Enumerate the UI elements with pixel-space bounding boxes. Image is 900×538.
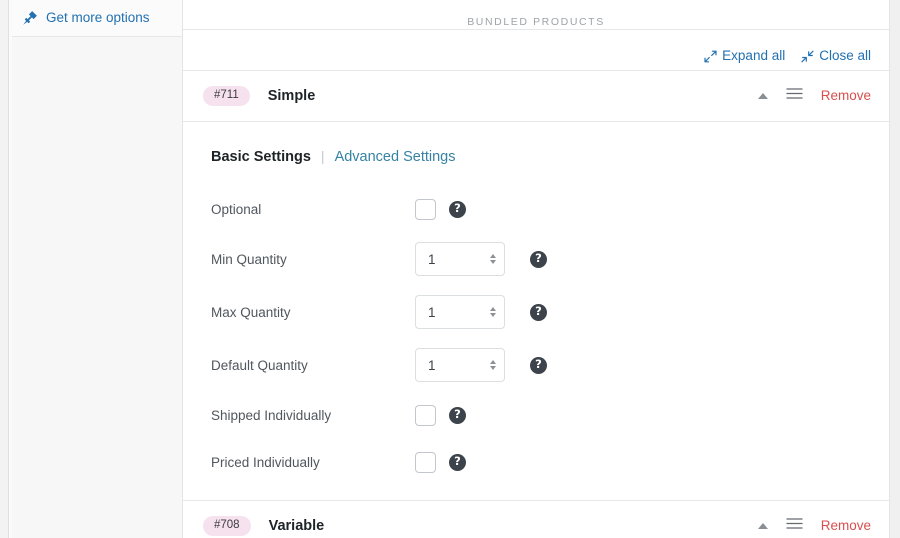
max-quantity-stepper[interactable]	[487, 307, 498, 317]
left-gutter-outer	[0, 0, 8, 538]
default-quantity-stepper[interactable]	[487, 360, 498, 370]
remove-button[interactable]: Remove	[821, 89, 871, 103]
close-all-label: Close all	[819, 48, 871, 64]
help-icon-min-quantity[interactable]: ?	[530, 250, 547, 268]
priced-individually-checkbox[interactable]	[415, 451, 436, 473]
tab-basic-settings[interactable]: Basic Settings	[211, 149, 311, 165]
max-quantity-input[interactable]: 1	[415, 295, 505, 329]
field-label-default-quantity: Default Quantity	[211, 357, 308, 373]
stepper-up-icon[interactable]	[489, 254, 496, 258]
field-control-priced-individually: ?	[415, 451, 466, 473]
item-header-actions: Remove	[757, 517, 871, 535]
expand-all-button[interactable]: Expand all	[704, 49, 785, 63]
help-icon-optional[interactable]: ?	[449, 200, 466, 218]
bundled-item-header-708[interactable]: #708 Variable Remove	[183, 501, 889, 538]
settings-tabs: Basic Settings | Advanced Settings	[211, 148, 869, 165]
field-label-priced-individually: Priced Individually	[211, 454, 320, 470]
help-icon-shipped-individually[interactable]: ?	[449, 406, 466, 424]
item-title: Simple	[267, 88, 316, 104]
field-row-shipped-individually: Shipped Individually ?	[211, 401, 869, 429]
help-icon-default-quantity[interactable]: ?	[530, 356, 547, 374]
default-quantity-input[interactable]: 1	[415, 348, 505, 382]
expand-all-label: Expand all	[722, 48, 786, 64]
default-quantity-value: 1	[428, 357, 436, 373]
field-row-optional: Optional ?	[211, 195, 869, 223]
get-more-options-link[interactable]: Get more options	[46, 11, 150, 25]
field-control-optional: ?	[415, 198, 466, 220]
bulk-actions-bar: Expand all Close all	[183, 42, 889, 71]
item-title: Variable	[268, 518, 325, 534]
min-quantity-value: 1	[428, 251, 436, 267]
hamburger-handle-icon[interactable]	[786, 87, 803, 105]
caret-up-icon[interactable]	[757, 93, 768, 99]
max-quantity-value: 1	[428, 304, 436, 320]
help-icon-max-quantity[interactable]: ?	[530, 303, 547, 321]
field-label-min-quantity: Min Quantity	[211, 251, 287, 267]
bundled-item-body-711: Basic Settings | Advanced Settings Optio…	[183, 122, 889, 501]
bundled-products-panel: BUNDLED PRODUCTS Expand all Close all #7…	[183, 0, 890, 538]
field-label-shipped-individually: Shipped Individually	[211, 407, 332, 423]
section-header: BUNDLED PRODUCTS	[183, 0, 889, 42]
stepper-down-icon[interactable]	[489, 313, 496, 317]
field-control-max-quantity: 1 ?	[415, 295, 547, 329]
field-row-default-quantity: Default Quantity 1 ?	[211, 348, 869, 382]
item-id-badge: #711	[203, 85, 250, 107]
field-row-max-quantity: Max Quantity 1 ?	[211, 295, 869, 329]
caret-up-icon[interactable]	[757, 523, 768, 529]
stepper-down-icon[interactable]	[489, 260, 496, 264]
field-control-min-quantity: 1 ?	[415, 242, 547, 276]
field-row-priced-individually: Priced Individually ?	[211, 448, 869, 476]
field-label-max-quantity: Max Quantity	[211, 304, 291, 320]
expand-arrows-icon	[704, 50, 717, 63]
main-area: BUNDLED PRODUCTS Expand all Close all #7…	[183, 0, 892, 538]
field-label-optional: Optional	[211, 201, 262, 217]
sidebar-body	[12, 37, 182, 538]
shipped-individually-checkbox[interactable]	[415, 404, 436, 426]
stepper-down-icon[interactable]	[489, 366, 496, 370]
min-quantity-stepper[interactable]	[487, 254, 498, 264]
stepper-up-icon[interactable]	[489, 360, 496, 364]
hamburger-handle-icon[interactable]	[786, 517, 803, 535]
section-rule	[183, 29, 889, 30]
plug-icon	[22, 10, 38, 26]
bundled-item-header-711[interactable]: #711 Simple Remove	[183, 71, 889, 122]
sidebar: Get more options	[12, 0, 183, 538]
field-control-shipped-individually: ?	[415, 404, 466, 426]
item-header-actions: Remove	[757, 87, 871, 105]
get-more-options-row[interactable]: Get more options	[12, 0, 182, 37]
collapse-arrows-icon	[801, 50, 814, 63]
app-screen: Get more options BUNDLED PRODUCTS Expand…	[0, 0, 900, 538]
tab-advanced-settings[interactable]: Advanced Settings	[335, 149, 456, 165]
optional-checkbox[interactable]	[415, 198, 436, 220]
remove-button[interactable]: Remove	[821, 519, 871, 533]
tab-separator: |	[320, 148, 325, 164]
section-title: BUNDLED PRODUCTS	[453, 16, 619, 28]
help-icon-priced-individually[interactable]: ?	[449, 453, 466, 471]
stepper-up-icon[interactable]	[489, 307, 496, 311]
field-row-min-quantity: Min Quantity 1 ?	[211, 242, 869, 276]
item-id-badge: #708	[203, 515, 251, 537]
close-all-button[interactable]: Close all	[801, 49, 871, 63]
min-quantity-input[interactable]: 1	[415, 242, 505, 276]
field-control-default-quantity: 1 ?	[415, 348, 547, 382]
